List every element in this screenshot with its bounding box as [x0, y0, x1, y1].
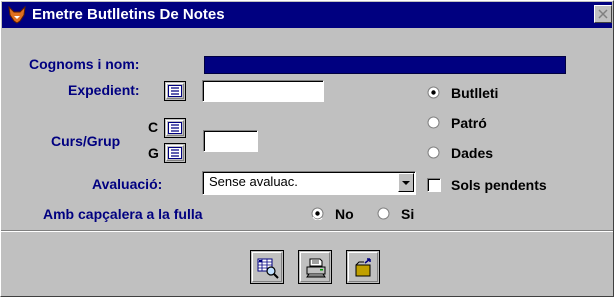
radio-capcalera-no[interactable] — [311, 207, 324, 220]
radio-capcalera-si[interactable] — [377, 207, 390, 220]
radio-patro[interactable] — [427, 116, 440, 129]
preview-icon — [257, 258, 279, 279]
title-bar[interactable]: Emetre Butlletins De Notes — [2, 2, 612, 28]
list-icon — [168, 122, 182, 134]
option-butlleti-label[interactable]: Butlleti — [451, 85, 498, 101]
list-icon — [168, 85, 182, 97]
expedient-input[interactable] — [202, 80, 324, 102]
avaluacio-label: Avaluació: — [92, 176, 163, 192]
curs-grup-label: Curs/Grup — [51, 133, 121, 149]
exit-button[interactable] — [346, 250, 380, 284]
student-name-field[interactable] — [204, 56, 566, 74]
curs-grup-input[interactable] — [203, 130, 258, 152]
dialog-window: Emetre Butlletins De Notes Cognoms i nom… — [0, 0, 614, 297]
close-button[interactable] — [594, 5, 612, 23]
preview-button[interactable] — [250, 250, 284, 284]
capcalera-label: Amb capçalera a la fulla — [43, 206, 203, 222]
window-title: Emetre Butlletins De Notes — [32, 6, 225, 23]
dropdown-button[interactable] — [398, 173, 414, 192]
printer-icon — [306, 258, 326, 278]
exit-icon — [355, 258, 371, 277]
radio-dades[interactable] — [427, 146, 440, 159]
chevron-down-icon — [402, 181, 410, 185]
grup-letter: G — [148, 145, 159, 161]
fox-app-icon — [8, 5, 26, 24]
separator-highlight — [1, 231, 613, 232]
close-icon — [598, 9, 608, 19]
grup-list-button[interactable] — [164, 143, 186, 163]
expedient-list-button[interactable] — [164, 81, 186, 101]
option-patro-label[interactable]: Patró — [451, 115, 487, 131]
cognoms-label: Cognoms i nom: — [29, 56, 140, 72]
capcalera-no-label[interactable]: No — [335, 206, 354, 222]
option-dades-label[interactable]: Dades — [451, 145, 493, 161]
expedient-label: Expedient: — [68, 82, 140, 98]
radio-butlleti[interactable] — [427, 86, 440, 99]
avaluacio-select[interactable]: Sense avaluac. — [202, 171, 416, 195]
list-icon — [168, 147, 182, 159]
sols-pendents-label[interactable]: Sols pendents — [451, 177, 547, 193]
sols-pendents-checkbox[interactable] — [427, 178, 441, 192]
avaluacio-value: Sense avaluac. — [209, 174, 298, 189]
curs-letter: C — [148, 119, 159, 135]
print-button[interactable] — [298, 250, 332, 284]
curs-list-button[interactable] — [164, 118, 186, 138]
capcalera-si-label[interactable]: Si — [401, 206, 414, 222]
